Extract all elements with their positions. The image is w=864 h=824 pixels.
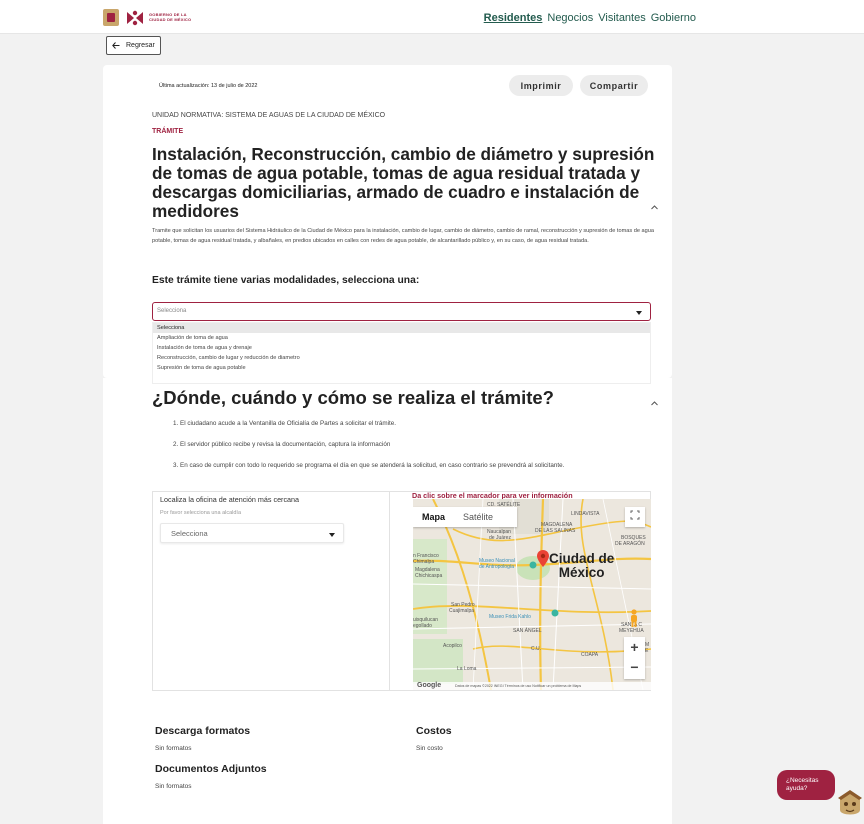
zoom-in-icon[interactable]: +: [624, 637, 645, 657]
map-marker-icon[interactable]: [537, 550, 549, 567]
fullscreen-icon[interactable]: [625, 507, 645, 527]
map-label: C.U.: [531, 646, 541, 652]
map-label: MEYEHUA: [619, 628, 644, 634]
tramite-label: TRÁMITE: [152, 128, 184, 135]
help-line-1: ¿Necesitas: [786, 777, 819, 784]
caret-down-icon: [636, 311, 642, 315]
map-type-tabs: Mapa Satélite: [413, 507, 517, 527]
main-nav: Residentes Negocios Visitantes Gobierno: [484, 12, 696, 24]
map-label: LINDAVISTA: [571, 511, 600, 517]
dropdown-option[interactable]: Instalación de toma de agua y drenaje: [153, 343, 650, 353]
museum-pin-icon: [529, 561, 537, 569]
alcaldia-select[interactable]: Selecciona: [160, 523, 344, 543]
step-item: 3. En caso de cumplir con todo lo requer…: [173, 462, 565, 469]
map-label: SAN ÁNGEL: [513, 628, 542, 634]
unidad-normativa: UNIDAD NORMATIVA: SISTEMA DE AGUAS DE LA…: [152, 112, 386, 119]
chevron-up-icon[interactable]: [651, 401, 658, 406]
cdmx-logo-mark[interactable]: [125, 9, 145, 26]
map-label: La Loma: [457, 666, 477, 672]
dropdown-option[interactable]: Supresión de toma de agua potable: [153, 363, 650, 373]
last-updated: Última actualización: 13 de julio de 202…: [159, 83, 258, 89]
map-label: COAPA: [581, 652, 599, 658]
adjuntos-heading: Documentos Adjuntos: [155, 763, 267, 775]
map-label: DE ARAGÓN: [615, 541, 645, 547]
nav-residentes[interactable]: Residentes: [484, 12, 543, 24]
back-button[interactable]: Regresar: [106, 36, 161, 55]
locator-hint: Por favor selecciona una alcaldía: [160, 510, 242, 516]
nav-gobierno[interactable]: Gobierno: [651, 12, 696, 24]
pegman-icon[interactable]: [629, 609, 639, 627]
dropdown-option[interactable]: Ampliación de toma de agua: [153, 333, 650, 343]
map-roads: [413, 499, 651, 690]
help-bubble[interactable]: ¿Necesitas ayuda?: [777, 770, 835, 800]
map-tab-mapa[interactable]: Mapa: [413, 507, 454, 527]
map-label: de Antropología: [479, 564, 515, 570]
map-label: E: [645, 648, 649, 654]
chevron-up-icon[interactable]: [651, 205, 658, 210]
step-item: 1. El ciudadano acude a la Ventanilla de…: [173, 420, 396, 427]
logo-text: GOBIERNO DE LA CIUDAD DE MÉXICO: [149, 12, 191, 22]
logo-text-line-2: CIUDAD DE MÉXICO: [149, 17, 192, 22]
dropdown-option[interactable]: Selecciona: [153, 323, 650, 333]
cdmx-shield-logo[interactable]: [103, 9, 119, 26]
map-city-label: Ciudad de México: [549, 552, 614, 580]
donde-heading: ¿Dónde, cuándo y cómo se realiza el trám…: [152, 387, 554, 408]
print-button[interactable]: Imprimir: [509, 75, 573, 96]
modalidad-select[interactable]: Selecciona: [152, 302, 651, 321]
map-city-line-2: México: [558, 565, 605, 580]
descarga-heading: Descarga formatos: [155, 725, 251, 737]
top-bar: GOBIERNO DE LA CIUDAD DE MÉXICO Resident…: [0, 0, 864, 34]
map-city-line-1: Ciudad de: [549, 551, 615, 566]
back-arrow-icon: [112, 42, 120, 49]
costos-heading: Costos: [416, 725, 452, 737]
modalidad-dropdown: Selecciona Ampliación de toma de agua In…: [152, 322, 651, 384]
map-label: egollado: [413, 623, 432, 629]
assistant-avatar-icon[interactable]: [836, 788, 864, 818]
google-logo: Google: [417, 682, 442, 689]
help-line-2: ayuda?: [786, 785, 808, 792]
nav-negocios[interactable]: Negocios: [547, 12, 593, 24]
museum-pin-icon: [551, 609, 559, 617]
modalidad-select-value: Selecciona: [157, 308, 187, 314]
steps-list: 1. El ciudadano acude a la Ventanilla de…: [173, 419, 656, 482]
alcaldia-select-value: Selecciona: [171, 529, 208, 538]
fullscreen-glyph: [630, 510, 640, 520]
locator-title: Localiza la oficina de atención más cerc…: [160, 495, 300, 504]
dropdown-option[interactable]: Reconstrucción, cambio de lugar y reducc…: [153, 353, 650, 363]
zoom-out-icon[interactable]: −: [624, 657, 645, 677]
modalidades-heading: Este trámite tiene varias modalidades, s…: [152, 275, 420, 286]
step-item: 2. El servidor público recibe y revisa l…: [173, 441, 391, 448]
office-map[interactable]: CD. SATÉLITE LINDAVISTA MAGDALENA DE LAS…: [413, 499, 651, 690]
back-label: Regresar: [126, 42, 155, 49]
zoom-controls: + −: [624, 637, 645, 679]
map-label: Cuajimalpa: [449, 608, 475, 614]
panel-divider: [389, 492, 390, 690]
nav-visitantes[interactable]: Visitantes: [598, 12, 646, 24]
map-tab-satelite[interactable]: Satélite: [454, 507, 502, 527]
page-title: Instalación, Reconstrucción, cambio de d…: [152, 144, 655, 221]
map-attribution: Datos de mapas ©2022 INEGI Términos de u…: [413, 682, 651, 690]
share-button[interactable]: Compartir: [580, 75, 648, 96]
map-label: Chichicaspa: [415, 573, 443, 579]
costos-text: Sin costo: [416, 745, 443, 752]
tramite-description: Tramite que solicitan los usuarios del S…: [152, 228, 654, 244]
map-label: DE LAS SALINAS: [535, 528, 576, 534]
map-label: de Juárez: [489, 535, 511, 541]
map-label: Acopilco: [443, 643, 462, 649]
adjuntos-text: Sin formatos: [155, 783, 192, 790]
map-label: Museo Frida Kahlo: [489, 614, 531, 620]
map-label: M: [645, 642, 650, 648]
map-label: Chimalpa: [413, 559, 435, 565]
caret-down-icon: [329, 533, 335, 537]
descarga-text: Sin formatos: [155, 745, 192, 752]
